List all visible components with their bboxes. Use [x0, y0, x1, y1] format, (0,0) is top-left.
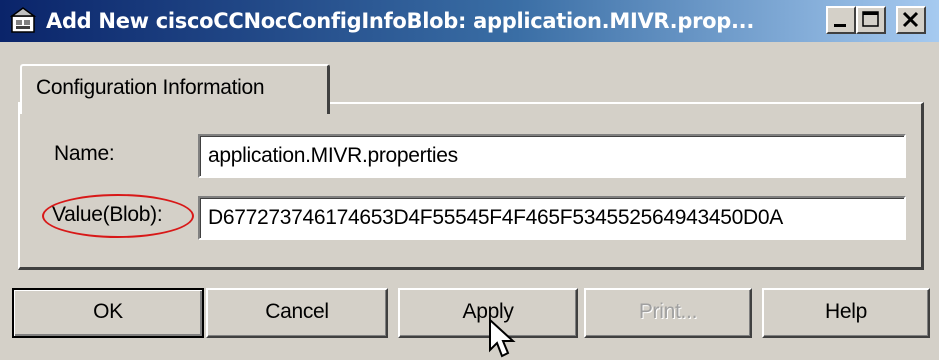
minimize-icon — [834, 24, 846, 27]
maximize-button[interactable] — [856, 6, 886, 34]
dialog-config-icon — [10, 7, 37, 33]
value-blob-label: Value(Blob): — [52, 203, 163, 226]
tab-label: Configuration Information — [36, 76, 265, 99]
ok-button[interactable]: OK — [12, 288, 204, 338]
minimize-button[interactable] — [826, 6, 856, 34]
value-blob-field[interactable]: D677273746174653D4F55545F4F465F534552564… — [198, 196, 906, 240]
maximize-icon — [862, 11, 879, 27]
print-button[interactable]: Print... — [584, 288, 752, 338]
name-label: Name: — [54, 142, 115, 165]
tab-configuration-information[interactable]: Configuration Information — [20, 64, 330, 114]
mouse-cursor-icon — [489, 318, 516, 358]
name-field[interactable]: application.MIVR.properties — [198, 134, 906, 178]
close-icon — [902, 11, 919, 28]
window-title: Add New ciscoCCNocConfigInfoBlob: applic… — [46, 9, 755, 33]
cancel-button[interactable]: Cancel — [206, 288, 388, 338]
help-button[interactable]: Help — [762, 288, 930, 338]
dialog-window: Add New ciscoCCNocConfigInfoBlob: applic… — [0, 0, 939, 360]
close-button[interactable] — [896, 6, 926, 34]
tab-panel — [18, 102, 924, 270]
title-bar[interactable]: Add New ciscoCCNocConfigInfoBlob: applic… — [0, 0, 939, 42]
